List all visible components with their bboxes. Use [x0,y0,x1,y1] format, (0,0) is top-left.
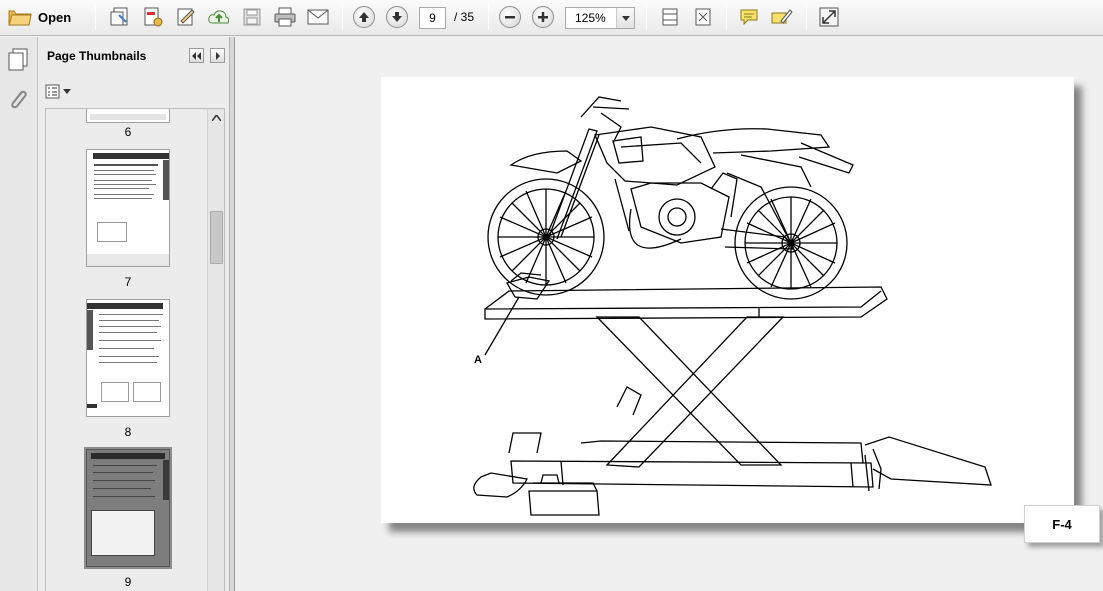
options-list-icon [45,84,60,99]
chevron-down-icon [63,89,71,94]
speech-bubble-icon [740,9,758,26]
thumbnail-page-8[interactable] [86,299,170,417]
pages-icon [8,48,28,71]
minus-icon [505,16,515,19]
paperclip-icon [11,90,27,109]
highlight-button[interactable] [769,4,795,30]
zoom-value: 125% [575,11,606,25]
thumbnail-label: 7 [124,275,132,289]
arrow-down-icon [392,12,402,22]
convert-button[interactable] [140,4,166,30]
upload-button[interactable] [206,4,232,30]
double-chevron-left-icon [191,51,201,60]
expand-icon [819,7,839,27]
main-toolbar: Open 9 / 35 125% [0,0,1103,36]
chevron-up-icon [212,114,221,121]
highlighter-icon [771,9,793,24]
zoom-out-button[interactable] [499,4,521,30]
document-viewport[interactable]: A F-4 [235,37,1103,591]
panel-next-button[interactable] [210,48,225,63]
thumbnail-label: 6 [124,125,132,139]
envelope-icon [307,9,329,25]
thumbnail-page-6[interactable] [86,109,170,123]
scrollbar-thumb[interactable] [210,211,223,264]
fit-page-icon [695,8,711,26]
comment-button[interactable] [736,4,762,30]
sign-edit-icon [177,8,195,26]
create-pdf-icon [110,7,128,26]
thumbnail-label: 8 [124,425,132,439]
folder-icon [8,10,32,26]
expand-button[interactable] [816,4,842,30]
chevron-right-icon [215,51,220,60]
open-label: Open [38,9,72,25]
previous-page-button[interactable] [353,4,375,30]
page-total: / 35 [454,10,475,24]
thumbnail-label: 9 [124,575,132,589]
zoom-select[interactable]: 125% [565,7,635,29]
chevron-down-icon [621,15,630,21]
next-page-button[interactable] [386,4,408,30]
plus-icon [538,12,548,22]
sign-button[interactable] [173,4,199,30]
thumbnail-scrollbar[interactable] [207,109,224,591]
save-icon [243,8,261,26]
arrow-up-icon [359,12,369,22]
full-page-button[interactable] [690,4,716,30]
callout-label-a: A [474,354,482,366]
thumbnails-panel: Page Thumbnails 6 7 8 9 [38,37,229,591]
create-button[interactable] [107,4,133,30]
thumbnail-list[interactable]: 6 7 8 9 [45,108,225,591]
scroll-up-button[interactable] [211,112,222,123]
open-button[interactable]: Open [8,4,71,30]
fit-width-icon [662,8,678,26]
pdf-settings-icon [144,7,163,27]
navigation-pane-strip [0,37,38,591]
zoom-in-button[interactable] [532,4,554,30]
print-button[interactable] [272,4,298,30]
save-button[interactable] [239,4,265,30]
thumbnail-page-7[interactable] [86,149,170,267]
page-thumbnails-tab[interactable] [6,47,30,74]
printer-icon [274,7,296,27]
panel-title: Page Thumbnails [47,49,147,63]
attachments-tab[interactable] [6,87,30,114]
document-page: A [381,77,1074,523]
email-button[interactable] [305,4,331,30]
thumbnail-options-button[interactable] [45,83,71,100]
page-number-input[interactable]: 9 [419,7,446,29]
collapse-panel-button[interactable] [189,48,204,63]
thumbnail-page-9-selected[interactable] [84,447,172,569]
figure-label: F-4 [1024,505,1100,543]
cloud-upload-icon [208,10,230,24]
fit-page-button[interactable] [657,4,683,30]
motorcycle-lift-illustration [473,96,992,516]
